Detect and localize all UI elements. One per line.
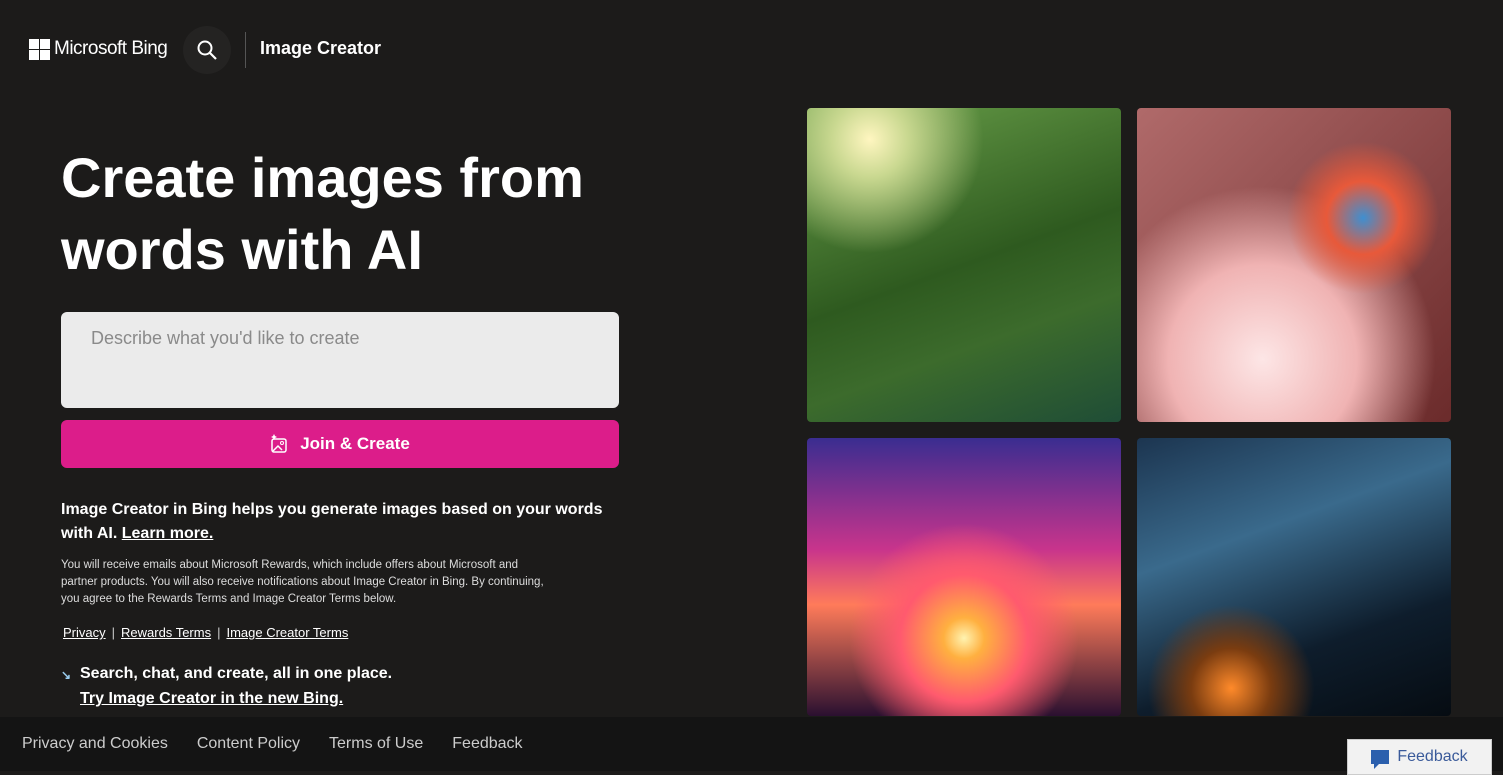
footer: Privacy and Cookies Content Policy Terms…: [0, 717, 1503, 771]
example-image-horse-rider[interactable]: [807, 438, 1121, 716]
legal-links: Privacy | Rewards Terms | Image Creator Term…: [63, 625, 348, 640]
feedback-label: Feedback: [1397, 748, 1468, 765]
join-create-button[interactable]: Join & Create: [61, 420, 619, 468]
try-new-bing-link[interactable]: Try Image Creator in the new Bing.: [80, 690, 343, 707]
footer-privacy-link[interactable]: Privacy and Cookies: [22, 735, 168, 753]
page-title: Create images from words with AI: [61, 146, 584, 281]
footer-feedback-link[interactable]: Feedback: [452, 735, 522, 753]
chat-bubble-icon: [1371, 750, 1390, 769]
sparkle-icon: ↘: [61, 668, 72, 682]
footer-terms-link[interactable]: Terms of Use: [329, 735, 423, 753]
promo-text: Search, chat, and create, all in one pla…: [80, 665, 393, 682]
example-image-butterfly[interactable]: [1137, 108, 1451, 422]
example-image-waterfall[interactable]: [807, 108, 1121, 422]
windows-logo-icon: [29, 38, 50, 60]
header-divider: [245, 32, 246, 68]
separator: |: [111, 625, 116, 640]
separator: |: [217, 625, 221, 640]
search-icon: [197, 40, 217, 60]
header: Microsoft Bing Image Creator: [0, 0, 1503, 96]
microsoft-bing-logo[interactable]: Microsoft Bing: [29, 38, 168, 60]
image-sparkle-icon: [271, 434, 287, 453]
promo: ↘ Search, chat, and create, all in one p…: [61, 661, 392, 711]
join-create-label: Join & Create: [300, 434, 410, 453]
feedback-button[interactable]: Feedback: [1347, 739, 1492, 775]
fine-print: You will receive emails about Microsoft …: [61, 559, 544, 605]
learn-more-link[interactable]: Learn more.: [122, 525, 214, 542]
image-creator-terms-link[interactable]: Image Creator Terms: [226, 625, 348, 640]
privacy-link[interactable]: Privacy: [63, 625, 106, 640]
prompt-input[interactable]: [61, 312, 619, 408]
rewards-terms-link[interactable]: Rewards Terms: [121, 625, 211, 640]
app-title[interactable]: Image Creator: [260, 38, 381, 59]
description: Image Creator in Bing helps you generate…: [61, 498, 621, 546]
example-image-night-camp[interactable]: [1137, 438, 1451, 716]
brand-name: Microsoft Bing: [54, 38, 168, 59]
search-button[interactable]: [183, 26, 231, 74]
footer-content-policy-link[interactable]: Content Policy: [197, 735, 300, 753]
